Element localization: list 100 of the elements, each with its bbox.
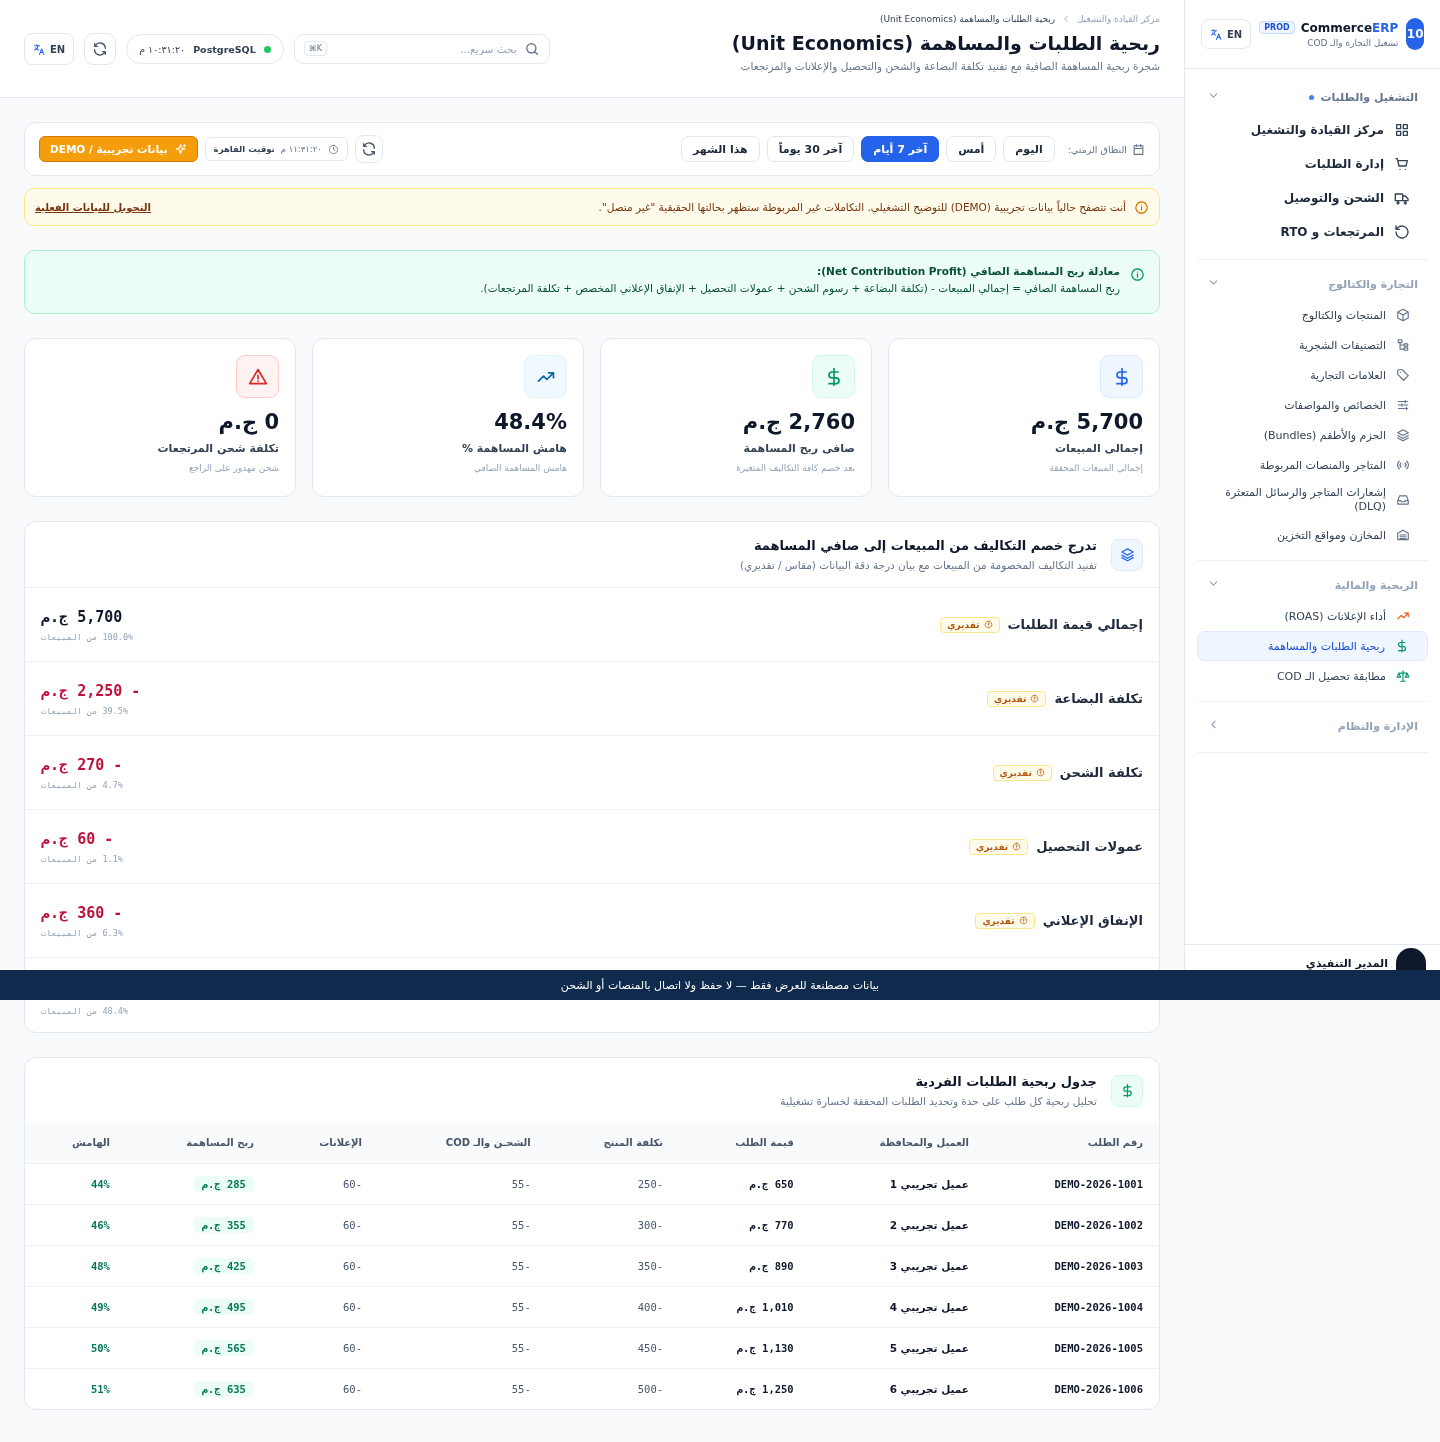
help-icon — [1035, 768, 1045, 777]
cost-value: - 270 ج.م — [41, 755, 123, 774]
column-header: العميل والمحافظة — [809, 1123, 985, 1163]
warning-icon — [247, 366, 268, 387]
refresh-button[interactable] — [354, 135, 383, 163]
database-name: PostgreSQL — [193, 43, 256, 55]
table-cell: 1,250 ج.م — [679, 1368, 810, 1409]
sales-share: 100.0% من المبيعات — [41, 631, 134, 642]
nav-group-header[interactable]: التشغيل والطلبات — [1197, 81, 1428, 113]
table-cell: -60 — [269, 1163, 378, 1204]
nav-item[interactable]: إشعارات المتاجر والرسائل المتعثرة (DLQ) — [1197, 480, 1428, 520]
cost-label: عمولات التحصيل — [1036, 839, 1143, 854]
help-icon — [1018, 916, 1028, 925]
undo-icon — [1394, 224, 1410, 240]
info-icon — [1130, 267, 1145, 282]
nav-item[interactable]: أداء الإعلانات (ROAS) — [1197, 601, 1428, 631]
refresh-button[interactable] — [84, 33, 117, 65]
refresh-icon — [92, 41, 109, 57]
nav-group-title: الإدارة والنظام — [1337, 719, 1418, 733]
nav-item[interactable]: الشحن والتوصيل — [1197, 181, 1428, 215]
column-header: الشحـن والـ COD — [378, 1123, 547, 1163]
table-cell: DEMO-2026-1006 — [985, 1368, 1159, 1409]
sliders-icon — [1396, 398, 1410, 412]
nav-item[interactable]: مطابقة تحصيل الـ COD — [1197, 661, 1428, 691]
kpi-label: صافى ربح المساهمة — [743, 442, 855, 455]
refresh-icon — [360, 141, 377, 157]
nav-item[interactable]: مركز القيادة والتشغيل — [1197, 113, 1428, 147]
calendar-icon — [1132, 142, 1145, 156]
estimate-badge: تقديري — [940, 616, 1000, 633]
table-cell: -60 — [269, 1204, 378, 1245]
nav-item[interactable]: العلامات التجارية — [1197, 360, 1428, 390]
table-cell: -400 — [546, 1286, 680, 1327]
card-title: تدرج خصم التكاليف من المبيعات إلى صافي المساهمة — [752, 538, 1097, 553]
kpi-caption: إجمالي المبيعات المحققة — [1049, 463, 1143, 473]
table-cell: -300 — [546, 1204, 680, 1245]
profit-value: 565 ج.م — [193, 1339, 254, 1356]
range-tab[interactable]: هذا الشهر — [680, 136, 760, 162]
cost-label: تكلفة البضاعة — [1054, 691, 1143, 706]
range-tab[interactable]: آخر 7 أيام — [861, 136, 940, 162]
profit-value: 495 ج.م — [193, 1298, 254, 1315]
nav-item[interactable]: المرتجعات و RTO — [1197, 215, 1428, 249]
formula-text: ربح المساهمة الصافي = إجمالي المبيعات - (تكلفة البضاعة + رسوم الشحن + عمولات التحصيل + الإنفاق الإعلاني المخصص + تكلفة المرتجعات). — [480, 282, 1120, 294]
table-cell: 50% — [25, 1327, 126, 1368]
cost-label: تكلفة الشحن — [1059, 765, 1143, 780]
sales-share: 1.1% من المبيعات — [41, 853, 123, 864]
server-time: ١٠:٣١:٢٠ م — [139, 43, 186, 55]
cost-value: - 2,250 ج.م — [41, 681, 141, 700]
status-dot — [263, 45, 271, 53]
layers-icon — [1119, 547, 1135, 562]
language-button[interactable]: EN — [1201, 19, 1252, 49]
table-cell: 48% — [25, 1245, 126, 1286]
table-cell: 1,130 ج.م — [679, 1327, 810, 1368]
user-avatar[interactable] — [1396, 948, 1426, 970]
table-cell: -55 — [378, 1204, 547, 1245]
truck-icon — [1394, 190, 1410, 206]
profit-value: 635 ج.م — [193, 1380, 254, 1397]
nav-item[interactable]: ربحية الطلبات والمساهمة — [1197, 631, 1428, 661]
nav-item[interactable]: التصنيفات الشجرية — [1197, 330, 1428, 360]
column-header: قيمة الطلب — [679, 1123, 810, 1163]
table-cell: 44% — [25, 1163, 126, 1204]
nav-group-title: التشغيل والطلبات — [1309, 90, 1418, 104]
range-tab[interactable]: آخر 30 يوماً — [766, 136, 855, 162]
kpi-caption: شحن مهدور على الراجع — [188, 463, 279, 473]
sales-share: 39.5% من المبيعات — [41, 705, 128, 716]
table-cell: -55 — [378, 1368, 547, 1409]
column-header: رقم الطلب — [985, 1123, 1159, 1163]
range-tab[interactable]: أمس — [946, 136, 997, 162]
indicator-dot — [1309, 94, 1315, 100]
estimate-badge: تقديري — [987, 690, 1047, 707]
nav-item[interactable]: الحزم والأطقم (Bundles) — [1197, 420, 1428, 450]
table-cell: -60 — [269, 1327, 378, 1368]
table-cell: عميل تجريبي 2 — [809, 1204, 985, 1245]
nav-item[interactable]: المتاجر والمنصات المربوطة — [1197, 450, 1428, 480]
translate-icon — [1210, 27, 1223, 41]
kpi-value: 5,700 ج.م — [1030, 410, 1143, 434]
nav-group-title: الربحية والمالية — [1334, 578, 1418, 592]
nav-item[interactable]: الخصائص والمواصفات — [1197, 390, 1428, 420]
table-cell: -55 — [378, 1286, 547, 1327]
kpi-label: إجمالى المبيعات — [1055, 442, 1143, 455]
range-tab[interactable]: اليوم — [1003, 136, 1055, 162]
table-cell: DEMO-2026-1002 — [985, 1204, 1159, 1245]
card-title: جدول ربحية الطلبات الفردية — [914, 1074, 1097, 1089]
translate-icon — [33, 42, 46, 56]
switch-data-link[interactable]: التحويل للبيانات الفعلية — [35, 201, 151, 213]
nav-item[interactable]: المنتجات والكتالوج — [1197, 300, 1428, 330]
language-button[interactable]: EN — [24, 33, 75, 65]
column-header: الهامش — [25, 1123, 126, 1163]
range-label: النطاق الزمني: — [1067, 143, 1127, 155]
kpi-value: 48.4% — [494, 410, 567, 434]
cost-value: - 60 ج.م — [41, 829, 114, 848]
column-header: تكلفة المنتج — [546, 1123, 680, 1163]
nav-item[interactable]: المخازن ومواقع التخزين — [1197, 520, 1428, 550]
estimate-badge: تقديري — [992, 764, 1052, 781]
clock-icon — [327, 143, 339, 155]
demo-banner: بيانات مصطنعة للعرض فقط — لا حفظ ولا اتصال بالمنصات أو الشحن — [0, 970, 1440, 1000]
app-name: CommerceERP — [1300, 20, 1399, 35]
box-icon — [1396, 308, 1410, 322]
nav-item[interactable]: إدارة الطلبات — [1197, 147, 1428, 181]
cost-label: الإنفاق الإعلاني — [1042, 913, 1143, 928]
hierarchy-icon — [1396, 338, 1410, 352]
